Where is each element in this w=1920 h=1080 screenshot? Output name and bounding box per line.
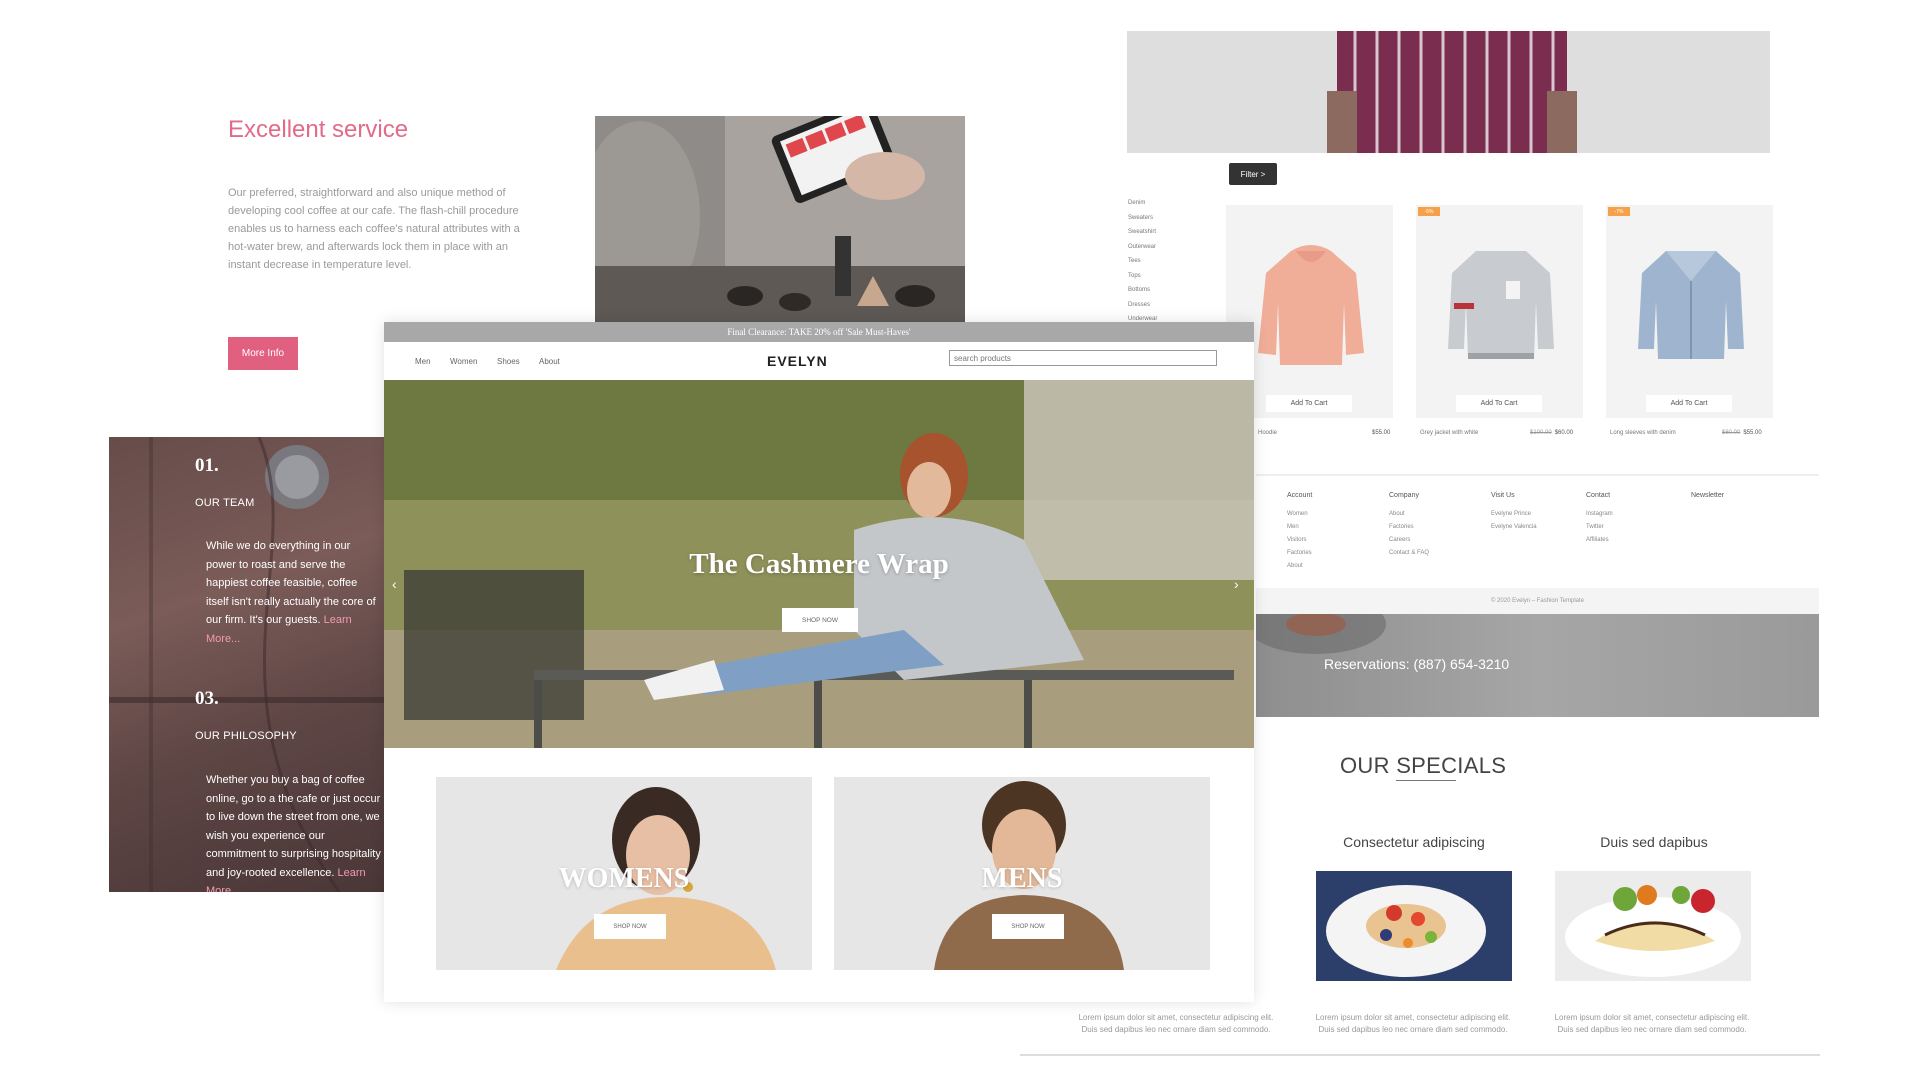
discount-badge: -5% [1418,207,1440,216]
product-price: $60.00 $55.00 [1722,430,1762,436]
nav-item-about[interactable]: About [539,357,560,366]
category-item[interactable]: Sweaters [1128,211,1157,226]
footer-column: Visit Us Evelyne Prince Evelyne Valencia [1491,492,1537,534]
dish-name: Consectetur adipiscing [1343,834,1485,850]
copyright-bar: © 2020 Evelyn – Fashion Template [1256,588,1819,614]
logo[interactable]: EVELYN [767,353,828,369]
mens-shop-now-button[interactable]: SHOP NOW [992,914,1064,939]
footer-link[interactable]: Women [1287,508,1312,521]
category-item[interactable]: Dresses [1128,298,1157,313]
footer-column-title: Account [1287,492,1313,499]
feature-heading: OUR TEAM [195,497,255,509]
search-input[interactable]: search products [949,350,1217,366]
feature-heading: OUR PHILOSOPHY [195,730,297,742]
divider [1020,1054,1820,1056]
feature-text: Whether you buy a bag of coffee online, … [206,771,381,892]
category-list: Denim Sweaters Sweatshirt Outerwear Tees… [1128,196,1157,327]
footer-column: Contact Instagram Twitter Affiliates [1586,492,1613,547]
add-to-cart-button[interactable]: Add To Cart [1266,395,1352,412]
feature-number: 03. [195,688,219,709]
service-title: Excellent service [228,116,409,143]
dish-photo [1555,871,1751,981]
footer-column: Account Women Men Visitors Factories Abo… [1287,492,1312,573]
hero-shop-now-button[interactable]: SHOP NOW [782,608,858,632]
product-old-price: $100.00 [1530,430,1552,436]
category-item[interactable]: Denim [1128,196,1157,211]
hero-slider: The Cashmere Wrap SHOP NOW ‹ › [384,380,1254,748]
footer-link[interactable]: About [1287,560,1312,573]
promo-banner[interactable]: Final Clearance: TAKE 20% off 'Sale Must… [384,322,1254,342]
footer-column-title: Contact [1586,492,1611,499]
tablet-photo [595,116,965,322]
category-item[interactable]: Outerwear [1128,240,1157,255]
dish-photo [1316,871,1512,981]
product-card[interactable]: -5% Add To Cart [1416,205,1583,418]
womens-shop-now-button[interactable]: SHOP NOW [594,914,666,939]
category-item[interactable]: Bottoms [1128,283,1157,298]
top-nav: Men Women Shoes About EVELYN search prod… [384,342,1254,380]
category-item[interactable]: Tees [1128,254,1157,269]
shop-banner-image [1127,31,1770,153]
footer-link[interactable]: About [1389,508,1429,521]
feature-text: While we do everything in our power to r… [206,540,376,645]
add-to-cart-button[interactable]: Add To Cart [1646,395,1732,412]
mens-title: MENS [981,863,1063,894]
footer-link[interactable]: Affiliates [1586,534,1613,547]
womens-title: WOMENS [558,863,690,894]
footer-link[interactable]: Factories [1389,521,1429,534]
service-text: Our preferred, straightforward and also … [228,187,520,271]
dish-description: Lorem ipsum dolor sit amet, consectetur … [1315,1013,1511,1034]
specials-title: OUR SPECIALS [1340,753,1507,778]
discount-badge: -7% [1608,207,1630,216]
nav-item-shoes[interactable]: Shoes [497,357,520,366]
add-to-cart-button[interactable]: Add To Cart [1456,395,1542,412]
product-price: $55.00 [1372,430,1391,436]
footer-column: Newsletter [1691,492,1724,499]
footer-column-title: Company [1389,492,1419,499]
chevron-left-icon[interactable]: ‹ [392,576,397,592]
footer-link[interactable]: Contact & FAQ [1389,547,1429,560]
hero-title: The Cashmere Wrap [689,548,949,580]
product-old-price: $60.00 [1722,430,1741,436]
feature-number: 01. [195,455,219,476]
category-item[interactable]: Sweatshirt [1128,225,1157,240]
footer-column-title: Visit Us [1491,492,1515,499]
dish-name: Duis sed dapibus [1600,834,1708,850]
product-price: $100.00 $60.00 [1530,430,1574,436]
footer-link[interactable]: Factories [1287,547,1312,560]
footer-link[interactable]: Men [1287,521,1312,534]
dish-description: Lorem ipsum dolor sit amet, consectetur … [1554,1013,1750,1034]
chevron-right-icon[interactable]: › [1234,576,1239,592]
footer-link[interactable]: Evelyne Prince [1491,508,1537,521]
product-card[interactable]: -7% Add To Cart [1606,205,1773,418]
footer-column: Company About Factories Careers Contact … [1389,492,1429,560]
womens-category-card[interactable]: WOMENS SHOP NOW [436,777,812,970]
nav-item-women[interactable]: Women [450,357,477,366]
product-name[interactable]: Hoodie [1258,430,1277,436]
footer-link[interactable]: Twitter [1586,521,1613,534]
dish-description: Lorem ipsum dolor sit amet, consectetur … [1078,1013,1274,1034]
evelyn-storefront: Final Clearance: TAKE 20% off 'Sale Must… [384,322,1254,1002]
reservation-phone[interactable]: Reservations: (887) 654-3210 [1324,656,1509,672]
product-name[interactable]: Grey jacket with white [1420,430,1478,436]
coffee-features-panel: 01. OUR TEAM While we do everything in o… [109,437,385,892]
filter-button[interactable]: Filter > [1229,163,1277,185]
footer-link[interactable]: Careers [1389,534,1429,547]
footer-link[interactable]: Visitors [1287,534,1312,547]
product-name[interactable]: Long sleeves with denim [1610,430,1676,436]
mens-category-card[interactable]: MENS SHOP NOW [834,777,1210,970]
category-item[interactable]: Tops [1128,269,1157,284]
footer-link[interactable]: Evelyne Valencia [1491,521,1537,534]
footer-link[interactable]: Instagram [1586,508,1613,521]
footer-column-title: Newsletter [1691,492,1725,499]
nav-item-men[interactable]: Men [415,357,431,366]
title-underline [1396,780,1456,781]
more-info-button[interactable]: More Info [228,337,298,370]
